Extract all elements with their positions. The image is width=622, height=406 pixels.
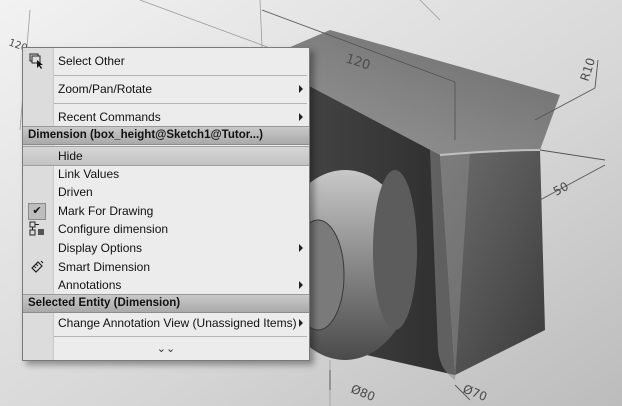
menu-item-label: Driven xyxy=(58,185,93,199)
menu-item-label: Select Other xyxy=(58,54,125,68)
menu-item-annotations[interactable]: Annotations xyxy=(23,276,309,294)
smart-dimension-icon xyxy=(28,259,46,275)
menu-item-driven[interactable]: Driven xyxy=(23,183,309,201)
select-other-icon xyxy=(28,53,46,69)
menu-item-label: Configure dimension xyxy=(58,222,169,236)
menu-item-label: Zoom/Pan/Rotate xyxy=(58,82,153,96)
submenu-arrow-icon xyxy=(299,85,303,93)
menu-item-label: Display Options xyxy=(58,241,143,255)
menu-item-label: Hide xyxy=(58,149,83,163)
menu-item-label: Recent Commands xyxy=(58,110,161,124)
menu-item-label: Change Annotation View (Unassigned Items… xyxy=(58,316,297,330)
dimension-section-header: Dimension (box_height@Sketch1@Tutor...) xyxy=(23,126,309,145)
submenu-arrow-icon xyxy=(299,281,303,289)
menu-item-display-options[interactable]: Display Options xyxy=(23,239,309,257)
menu-item-recent-commands[interactable]: Recent Commands xyxy=(23,108,309,126)
menu-item-hide[interactable]: Hide xyxy=(23,146,309,166)
menu-separator xyxy=(54,103,307,104)
menu-item-label: Mark For Drawing xyxy=(58,204,154,218)
menu-item-select-other[interactable]: Select Other xyxy=(23,52,309,70)
submenu-arrow-icon xyxy=(299,319,303,327)
menu-item-label: Link Values xyxy=(58,167,120,181)
menu-item-zoom-pan-rotate[interactable]: Zoom/Pan/Rotate xyxy=(23,80,309,98)
submenu-arrow-icon xyxy=(299,113,303,121)
menu-item-smart-dimension[interactable]: Smart Dimension xyxy=(23,258,309,276)
submenu-arrow-icon xyxy=(299,244,303,252)
configure-dimension-icon xyxy=(28,221,46,237)
menu-item-configure-dimension[interactable]: Configure dimension xyxy=(23,220,309,238)
checkmark-icon: ✔ xyxy=(28,202,46,220)
menu-separator xyxy=(54,336,307,337)
menu-item-change-annotation-view[interactable]: Change Annotation View (Unassigned Items… xyxy=(23,314,309,332)
menu-item-label: Annotations xyxy=(58,278,122,292)
menu-item-label: Smart Dimension xyxy=(58,260,151,274)
selected-entity-section-header: Selected Entity (Dimension) xyxy=(23,294,309,313)
menu-item-mark-for-drawing[interactable]: ✔ Mark For Drawing xyxy=(23,202,309,220)
expand-menu-chevron-icon[interactable]: ⌄⌄ xyxy=(23,342,309,356)
menu-separator xyxy=(54,75,307,76)
context-menu: Select Other Zoom/Pan/Rotate Recent Comm… xyxy=(22,47,310,361)
menu-item-link-values[interactable]: Link Values xyxy=(23,165,309,183)
